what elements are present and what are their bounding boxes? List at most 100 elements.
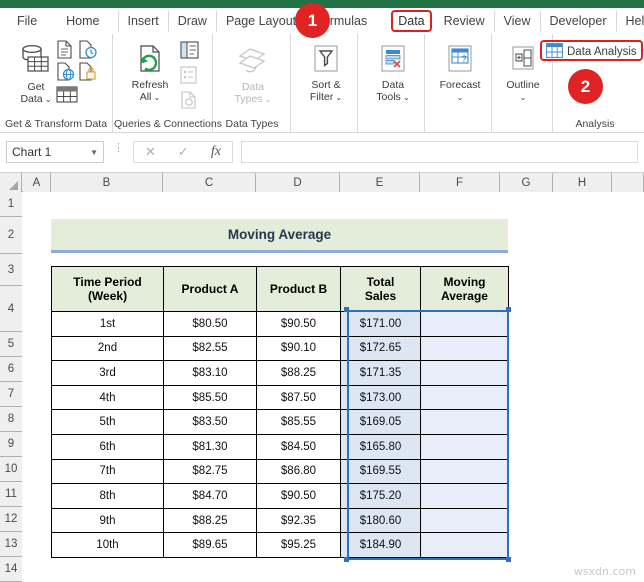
existing-connections-button[interactable] [78, 62, 97, 84]
formula-input[interactable] [241, 141, 638, 163]
selection-handle-tl[interactable] [344, 307, 349, 312]
cell-product_b[interactable]: $95.25 [256, 532, 341, 558]
cell-product_b[interactable]: $87.50 [256, 384, 341, 411]
cell-product_a[interactable]: $88.25 [163, 507, 257, 534]
from-table-range-button[interactable] [56, 86, 78, 106]
cell-product_b[interactable]: $90.10 [256, 335, 341, 362]
column-header-d[interactable]: D [256, 173, 340, 192]
get-data-button[interactable]: Get Data ⌄ [10, 42, 62, 106]
cell-period[interactable]: 6th [51, 433, 164, 460]
cell-product_b[interactable]: $92.35 [256, 507, 341, 534]
data-analysis-button[interactable]: Data Analysis [546, 43, 644, 61]
row-header-8[interactable]: 8 [0, 407, 22, 432]
tab-draw[interactable]: Draw [167, 10, 214, 32]
tab-home[interactable]: Home [59, 10, 106, 32]
tab-view[interactable]: View [493, 10, 538, 32]
cell-moving_average[interactable] [420, 483, 509, 509]
cell-product_b[interactable]: $88.25 [256, 360, 341, 386]
sheet-title-banner[interactable]: Moving Average [51, 219, 508, 253]
column-header-i[interactable] [612, 173, 644, 192]
column-header-g[interactable]: G [500, 173, 553, 192]
cell-product_a[interactable]: $84.70 [163, 483, 257, 509]
cell-product_a[interactable]: $81.30 [163, 433, 257, 460]
row-header-11[interactable]: 11 [0, 482, 22, 507]
refresh-all-button[interactable]: Refresh All ⌄ [122, 44, 178, 104]
row-header-4[interactable]: 4 [0, 286, 22, 332]
chevron-down-icon[interactable]: ⌄ [520, 93, 527, 102]
tab-developer[interactable]: Developer [539, 10, 614, 32]
forecast-button[interactable]: ? Forecast ⌄ [432, 44, 488, 104]
cell-period[interactable]: 9th [51, 507, 164, 534]
cell-total_sales[interactable]: $169.05 [340, 409, 421, 435]
column-header-h[interactable]: H [553, 173, 612, 192]
queries-connections-pane-button[interactable] [180, 41, 199, 62]
cell-total_sales[interactable]: $165.80 [340, 433, 421, 460]
cell-period[interactable]: 8th [51, 483, 164, 509]
cell-product_a[interactable]: $80.50 [163, 311, 257, 337]
selection-handle-br[interactable] [506, 557, 511, 562]
tab-review[interactable]: Review [437, 10, 492, 32]
row-header-14[interactable]: 14 [0, 557, 22, 582]
chevron-down-icon[interactable]: ⌄ [43, 95, 52, 104]
cell-moving_average[interactable] [420, 409, 509, 435]
from-web-button[interactable] [56, 62, 75, 84]
cell-total_sales[interactable]: $172.65 [340, 335, 421, 362]
tab-insert[interactable]: Insert [117, 10, 166, 32]
cell-product_b[interactable]: $84.50 [256, 433, 341, 460]
formula-bar-grip[interactable]: ⋮ [113, 143, 124, 154]
enter-icon[interactable]: ✓ [178, 144, 189, 160]
insert-function-icon[interactable]: fx [211, 144, 221, 160]
recent-sources-button[interactable] [78, 40, 97, 62]
cell-period[interactable]: 3rd [51, 360, 164, 386]
cell-period[interactable]: 7th [51, 458, 164, 485]
cell-moving_average[interactable] [420, 384, 509, 411]
cell-product_b[interactable]: $86.80 [256, 458, 341, 485]
row-header-6[interactable]: 6 [0, 357, 22, 382]
cell-period[interactable]: 10th [51, 532, 164, 558]
column-header-e[interactable]: E [340, 173, 420, 192]
cell-total_sales[interactable]: $173.00 [340, 384, 421, 411]
tab-page-layout[interactable]: Page Layout [215, 10, 303, 32]
selection-handle-tr[interactable] [506, 307, 511, 312]
chevron-down-icon[interactable]: ⌄ [151, 93, 161, 102]
cell-total_sales[interactable]: $175.20 [340, 483, 421, 509]
cell-moving_average[interactable] [420, 335, 509, 362]
cell-total_sales[interactable]: $171.00 [340, 311, 421, 337]
row-header-13[interactable]: 13 [0, 532, 22, 557]
chevron-down-icon[interactable]: ⌄ [457, 93, 464, 102]
row-header-2[interactable]: 2 [0, 217, 22, 254]
cell-total_sales[interactable]: $184.90 [340, 532, 421, 558]
cell-product_a[interactable]: $89.65 [163, 532, 257, 558]
chevron-down-icon[interactable]: ⌄ [333, 93, 342, 102]
cancel-icon[interactable]: ✕ [145, 144, 156, 160]
cell-moving_average[interactable] [420, 458, 509, 485]
cell-moving_average[interactable] [420, 433, 509, 460]
cell-product_b[interactable]: $90.50 [256, 483, 341, 509]
cell-total_sales[interactable]: $171.35 [340, 360, 421, 386]
tab-data[interactable]: Data [391, 10, 432, 32]
cell-product_a[interactable]: $83.50 [163, 409, 257, 435]
sort-filter-button[interactable]: Sort & Filter ⌄ [300, 44, 352, 104]
chevron-down-icon[interactable]: ▼ [90, 148, 98, 157]
row-header-3[interactable]: 3 [0, 254, 22, 286]
column-header-a[interactable]: A [23, 173, 51, 192]
cell-product_b[interactable]: $85.55 [256, 409, 341, 435]
cell-moving_average[interactable] [420, 532, 509, 558]
cell-total_sales[interactable]: $180.60 [340, 507, 421, 534]
select-all-corner[interactable] [0, 173, 22, 192]
tab-help[interactable]: Help [615, 10, 644, 32]
column-header-b[interactable]: B [51, 173, 163, 192]
cell-product_a[interactable]: $82.55 [163, 335, 257, 362]
cell-period[interactable]: 1st [51, 311, 164, 337]
row-header-5[interactable]: 5 [0, 332, 22, 357]
cell-product_a[interactable]: $85.50 [163, 384, 257, 411]
cell-total_sales[interactable]: $169.55 [340, 458, 421, 485]
row-header-12[interactable]: 12 [0, 507, 22, 532]
column-header-f[interactable]: F [420, 173, 500, 192]
row-header-10[interactable]: 10 [0, 457, 22, 482]
cell-product_a[interactable]: $83.10 [163, 360, 257, 386]
data-tools-button[interactable]: Data Tools ⌄ [367, 44, 419, 104]
cell-moving_average[interactable] [420, 360, 509, 386]
row-header-1[interactable]: 1 [0, 192, 22, 217]
cell-moving_average[interactable] [420, 311, 509, 337]
